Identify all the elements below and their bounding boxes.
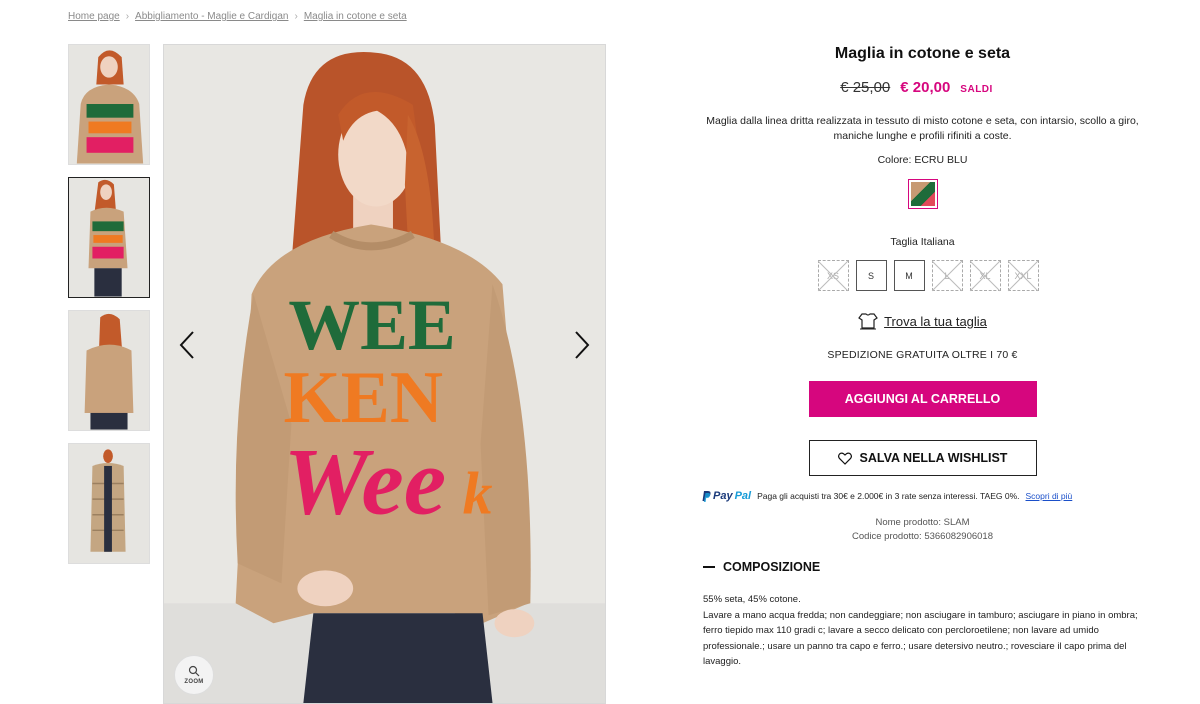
- composition-title: COMPOSIZIONE: [723, 560, 821, 574]
- thumbnail-image: [69, 444, 149, 563]
- search-icon: [188, 665, 200, 677]
- find-size-row: Trova la tua taglia: [650, 312, 1195, 330]
- thumbnail-image: [69, 45, 149, 164]
- thumbnail-list: [68, 44, 150, 576]
- paypal-icon: [702, 490, 711, 502]
- thumbnail-image: [69, 178, 149, 297]
- color-label: Colore: ECRU BLU: [877, 154, 968, 166]
- breadcrumb-home[interactable]: Home page: [68, 11, 120, 22]
- thumbnail-3[interactable]: [68, 310, 150, 431]
- swatch-image: [910, 182, 935, 206]
- size-option-xs[interactable]: XS: [817, 260, 849, 291]
- chevron-right-icon: ›: [125, 11, 130, 22]
- model-photo: WEE KEN Wee k: [164, 45, 605, 703]
- product-description: Maglia dalla linea dritta realizzata in …: [706, 115, 1139, 142]
- composition-content: 55% seta, 45% cotone. Lavare a mano acqu…: [703, 592, 1148, 670]
- svg-text:Wee: Wee: [283, 429, 446, 535]
- wishlist-label: SALVA NELLA WISHLIST: [859, 451, 1008, 465]
- size-option-xl[interactable]: XL: [969, 260, 1001, 291]
- size-label: Taglia Italiana: [890, 236, 955, 248]
- price-row: € 25,00 € 20,00 SALDI: [638, 79, 1195, 96]
- size-option-s[interactable]: S: [855, 260, 887, 291]
- size-selector: XS S M L XL XXL: [812, 260, 1044, 291]
- size-option-l[interactable]: L: [931, 260, 963, 291]
- minus-icon: [703, 566, 715, 568]
- thumbnail-1[interactable]: [68, 44, 150, 165]
- main-product-image: WEE KEN Wee k ZOOM: [163, 44, 606, 704]
- paypal-installments: Pay Pal Paga gli acquisti tra 30€ e 2.000…: [702, 490, 1195, 502]
- add-to-cart-button[interactable]: AGGIUNGI AL CARRELLO: [808, 381, 1037, 417]
- product-meta: Nome prodotto: SLAM Codice prodotto: 536…: [650, 516, 1195, 544]
- breadcrumb-category[interactable]: Abbigliamento - Maglie e Cardigan: [135, 11, 288, 22]
- wishlist-button[interactable]: SALVA NELLA WISHLIST: [808, 440, 1037, 476]
- svg-text:WEE: WEE: [288, 285, 455, 365]
- heart-icon: [837, 452, 852, 465]
- free-shipping-notice: SPEDIZIONE GRATUITA OLTRE I 70 €: [827, 349, 1018, 361]
- color-swatch-ecru-blu[interactable]: [907, 179, 938, 209]
- svg-text:KEN: KEN: [283, 356, 443, 438]
- product-info-panel: Maglia in cotone e seta € 25,00 € 20,00 …: [650, 40, 1195, 670]
- product-code: Codice prodotto: 5366082906018: [851, 531, 994, 542]
- svg-text:k: k: [463, 461, 493, 527]
- previous-image-arrow[interactable]: [172, 325, 202, 365]
- care-instructions: Lavare a mano acqua fredda; non candeggi…: [703, 609, 1138, 668]
- paypal-logo: Pay Pal: [702, 490, 751, 502]
- size-guide-icon: [858, 313, 878, 330]
- zoom-label: ZOOM: [184, 679, 204, 685]
- product-name: Nome prodotto: SLAM: [875, 517, 970, 528]
- find-size-link[interactable]: Trova la tua taglia: [884, 314, 987, 329]
- breadcrumb-current[interactable]: Maglia in cotone e seta: [304, 11, 407, 22]
- thumbnail-image: [69, 311, 149, 430]
- chevron-left-icon: [179, 331, 194, 359]
- paypal-text: Paga gli acquisti tra 30€ e 2.000€ in 3 …: [757, 491, 1020, 501]
- size-option-xxl[interactable]: XXL: [1007, 260, 1039, 291]
- chevron-right-icon: ›: [294, 11, 298, 22]
- thumbnail-2[interactable]: [68, 177, 150, 298]
- size-option-m[interactable]: M: [893, 260, 925, 291]
- thumbnail-4[interactable]: [68, 443, 150, 564]
- breadcrumb: Home page › Abbigliamento - Maglie e Car…: [68, 11, 407, 22]
- zoom-button[interactable]: ZOOM: [174, 655, 214, 695]
- composition-toggle[interactable]: COMPOSIZIONE: [703, 560, 1195, 574]
- old-price: € 25,00: [840, 79, 891, 96]
- chevron-right-icon: [575, 331, 590, 359]
- paypal-learn-more-link[interactable]: Scopri di più: [1026, 491, 1073, 501]
- composition-material: 55% seta, 45% cotone.: [703, 594, 801, 605]
- sale-price: € 20,00: [900, 79, 951, 96]
- product-title: Maglia in cotone e seta: [834, 45, 1011, 62]
- sale-badge: SALDI: [960, 84, 993, 95]
- next-image-arrow[interactable]: [567, 325, 597, 365]
